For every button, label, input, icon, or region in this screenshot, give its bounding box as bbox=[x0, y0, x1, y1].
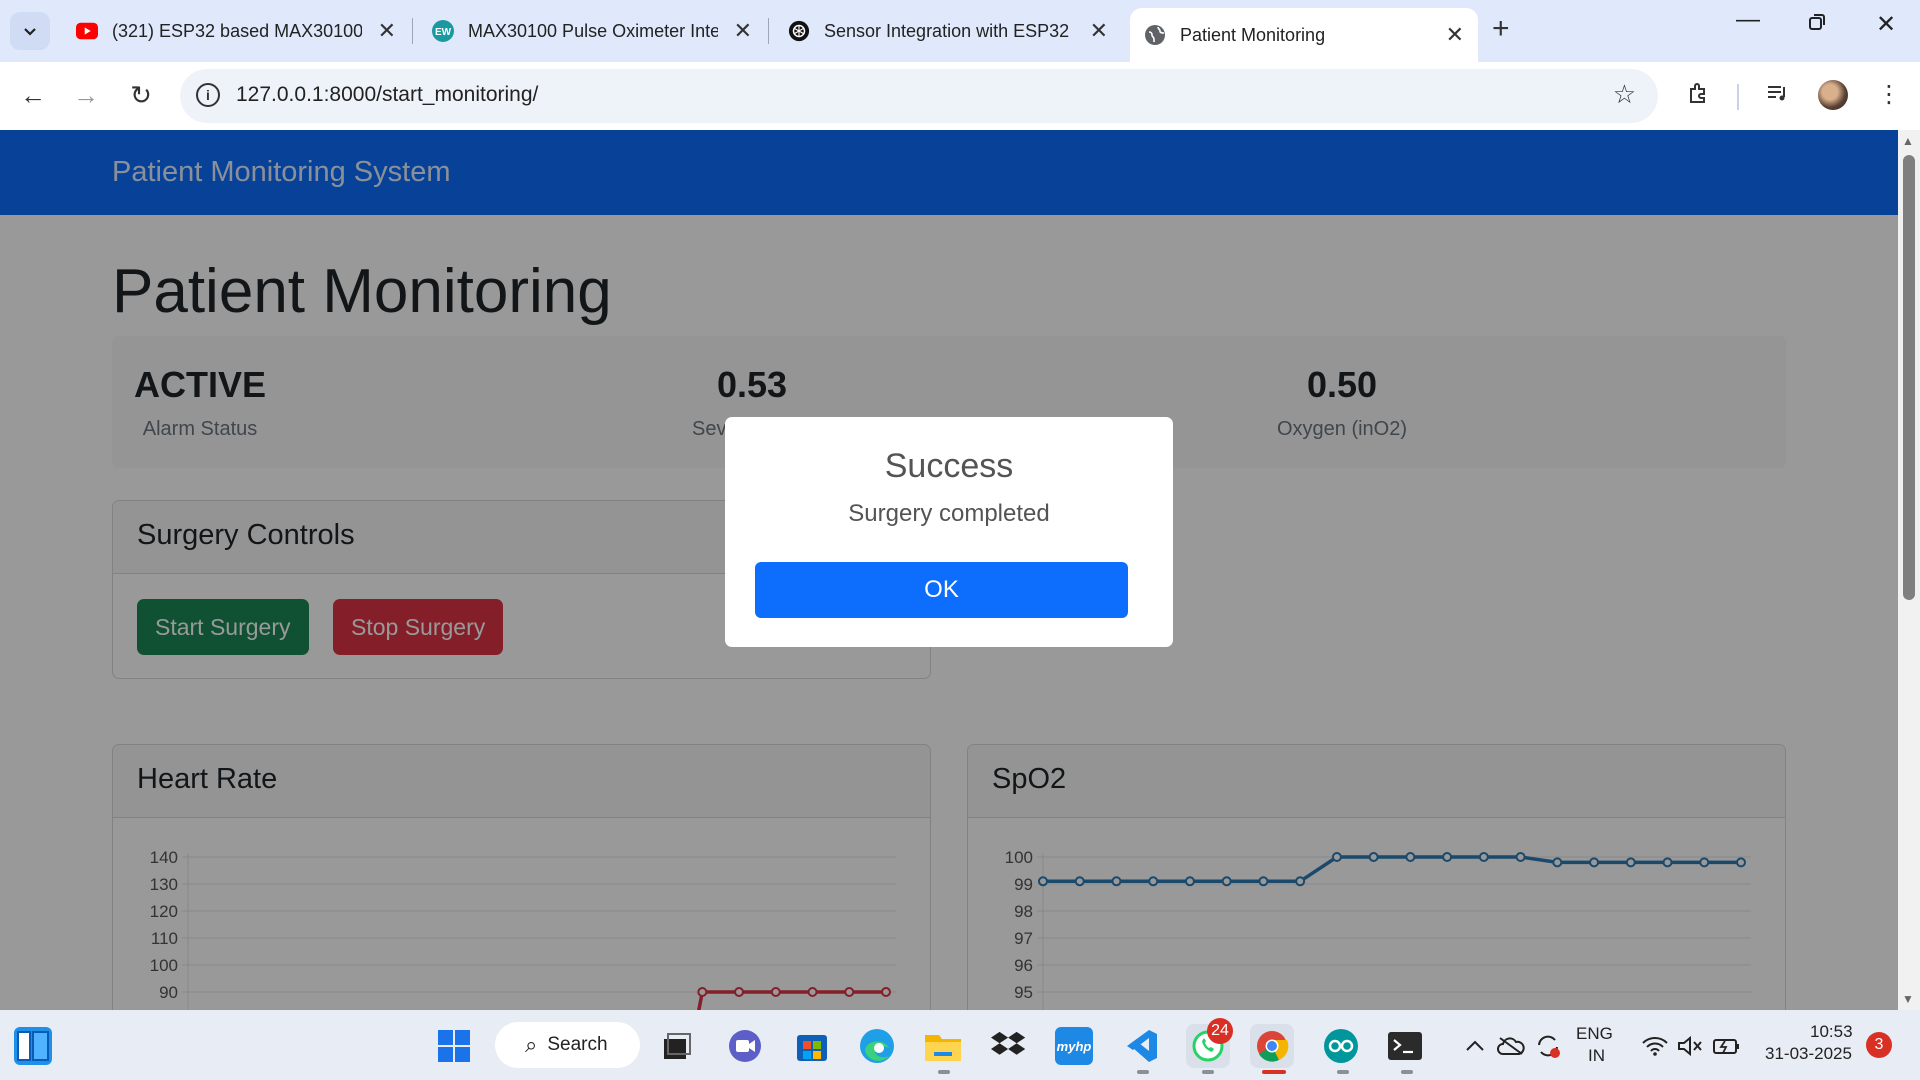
notification-badge[interactable]: 3 bbox=[1866, 1032, 1892, 1058]
forward-button[interactable]: → bbox=[68, 80, 104, 111]
running-indicator bbox=[1401, 1070, 1413, 1074]
vscode-icon[interactable] bbox=[1122, 1027, 1160, 1065]
language-bottom[interactable]: IN bbox=[1588, 1046, 1605, 1066]
windows-taskbar: ⌕ Search myhp 24 ENG IN 10:53 31-03-2025… bbox=[0, 1010, 1920, 1080]
active-app-indicator bbox=[1262, 1070, 1286, 1074]
menu-icon[interactable]: ⋮ bbox=[1877, 80, 1901, 109]
running-indicator bbox=[938, 1070, 950, 1074]
profile-avatar[interactable] bbox=[1818, 80, 1848, 110]
onedrive-icon[interactable] bbox=[1492, 1027, 1530, 1065]
success-dialog: Success Surgery completed OK bbox=[725, 417, 1173, 647]
running-indicator bbox=[1202, 1070, 1214, 1074]
running-indicator bbox=[1137, 1070, 1149, 1074]
chevron-down-icon bbox=[24, 28, 36, 36]
whatsapp-badge: 24 bbox=[1207, 1018, 1233, 1044]
volume-muted-icon[interactable] bbox=[1671, 1027, 1709, 1065]
bookmark-star-icon[interactable]: ☆ bbox=[1613, 79, 1636, 110]
page-scrollbar[interactable]: ▲ ▼ bbox=[1898, 130, 1920, 1010]
ok-button[interactable]: OK bbox=[755, 562, 1128, 618]
toolbar-divider bbox=[1737, 84, 1739, 110]
file-explorer-icon[interactable] bbox=[924, 1027, 962, 1065]
media-control-icon[interactable] bbox=[1765, 80, 1791, 113]
myhp-label: myhp bbox=[1056, 1038, 1092, 1054]
language-top[interactable]: ENG bbox=[1576, 1024, 1613, 1044]
terminal-icon[interactable] bbox=[1386, 1027, 1424, 1065]
tab-patient-monitoring[interactable]: Patient Monitoring ✕ bbox=[1130, 8, 1478, 62]
ew-icon: EW bbox=[432, 20, 454, 42]
youtube-icon bbox=[76, 20, 98, 42]
arduino-icon[interactable] bbox=[1322, 1027, 1360, 1065]
tab-separator bbox=[412, 18, 413, 44]
microsoft-store-icon[interactable] bbox=[793, 1027, 831, 1065]
clock-date[interactable]: 31-03-2025 bbox=[1765, 1044, 1852, 1064]
close-icon[interactable]: ✕ bbox=[1446, 22, 1464, 48]
restore-button[interactable] bbox=[1797, 10, 1837, 38]
tab-title: Patient Monitoring bbox=[1180, 24, 1326, 45]
scroll-thumb[interactable] bbox=[1903, 155, 1915, 600]
extensions-icon[interactable] bbox=[1686, 80, 1712, 113]
tab-title: MAX30100 Pulse Oximeter Inter bbox=[468, 20, 718, 41]
show-hidden-icons-icon[interactable] bbox=[1456, 1027, 1494, 1065]
wifi-icon[interactable] bbox=[1636, 1027, 1674, 1065]
tab-search-button[interactable] bbox=[10, 12, 50, 50]
scroll-down-icon[interactable]: ▼ bbox=[1902, 992, 1914, 1006]
close-icon[interactable]: ✕ bbox=[1090, 18, 1108, 44]
back-button[interactable]: ← bbox=[15, 80, 51, 111]
battery-icon[interactable] bbox=[1708, 1027, 1746, 1065]
myhp-icon[interactable]: myhp bbox=[1055, 1027, 1093, 1065]
restore-icon bbox=[1809, 14, 1825, 30]
widgets-icon[interactable] bbox=[14, 1027, 52, 1065]
taskbar-search[interactable]: ⌕ Search bbox=[495, 1022, 640, 1068]
close-icon[interactable]: ✕ bbox=[734, 18, 752, 44]
clock-time[interactable]: 10:53 bbox=[1810, 1022, 1853, 1042]
site-info-icon[interactable]: i bbox=[196, 83, 220, 107]
chatgpt-icon bbox=[788, 20, 810, 42]
start-icon[interactable] bbox=[435, 1027, 473, 1065]
reload-button[interactable]: ↻ bbox=[123, 80, 159, 111]
tab-youtube[interactable]: (321) ESP32 based MAX30100 P ✕ bbox=[62, 10, 410, 52]
close-icon[interactable]: ✕ bbox=[378, 18, 396, 44]
task-view-icon[interactable] bbox=[657, 1027, 695, 1065]
minimize-button[interactable]: — bbox=[1728, 6, 1768, 34]
new-tab-button[interactable]: + bbox=[1492, 12, 1510, 46]
dialog-message: Surgery completed bbox=[848, 500, 1050, 527]
scroll-up-icon[interactable]: ▲ bbox=[1902, 134, 1914, 148]
tab-separator bbox=[768, 18, 769, 44]
globe-icon bbox=[1144, 24, 1166, 46]
svg-text:EW: EW bbox=[435, 27, 452, 38]
address-bar[interactable]: i 127.0.0.1:8000/start_monitoring/ ☆ bbox=[180, 69, 1658, 123]
dropbox-icon[interactable] bbox=[990, 1027, 1028, 1065]
teams-meet-icon[interactable] bbox=[726, 1027, 764, 1065]
chrome-icon[interactable] bbox=[1250, 1024, 1294, 1068]
dialog-title: Success bbox=[884, 447, 1014, 485]
sync-icon[interactable] bbox=[1529, 1027, 1567, 1065]
tab-strip: (321) ESP32 based MAX30100 P ✕ EW MAX301… bbox=[0, 0, 1920, 62]
close-window-button[interactable]: ✕ bbox=[1866, 10, 1906, 39]
search-label: Search bbox=[547, 1034, 608, 1055]
search-icon: ⌕ bbox=[525, 1032, 538, 1057]
url-text: 127.0.0.1:8000/start_monitoring/ bbox=[236, 83, 539, 106]
tab-max30100[interactable]: EW MAX30100 Pulse Oximeter Inter ✕ bbox=[418, 10, 766, 52]
edge-icon[interactable] bbox=[858, 1027, 896, 1065]
browser-toolbar: ← → ↻ i 127.0.0.1:8000/start_monitoring/… bbox=[0, 62, 1920, 130]
page-viewport: Patient Monitoring System Patient Monito… bbox=[0, 130, 1898, 1010]
running-indicator bbox=[1337, 1070, 1349, 1074]
tab-title: (321) ESP32 based MAX30100 P bbox=[112, 20, 362, 41]
tab-sensor-integration[interactable]: Sensor Integration with ESP32 ✕ bbox=[774, 10, 1122, 52]
tab-title: Sensor Integration with ESP32 bbox=[824, 20, 1070, 41]
